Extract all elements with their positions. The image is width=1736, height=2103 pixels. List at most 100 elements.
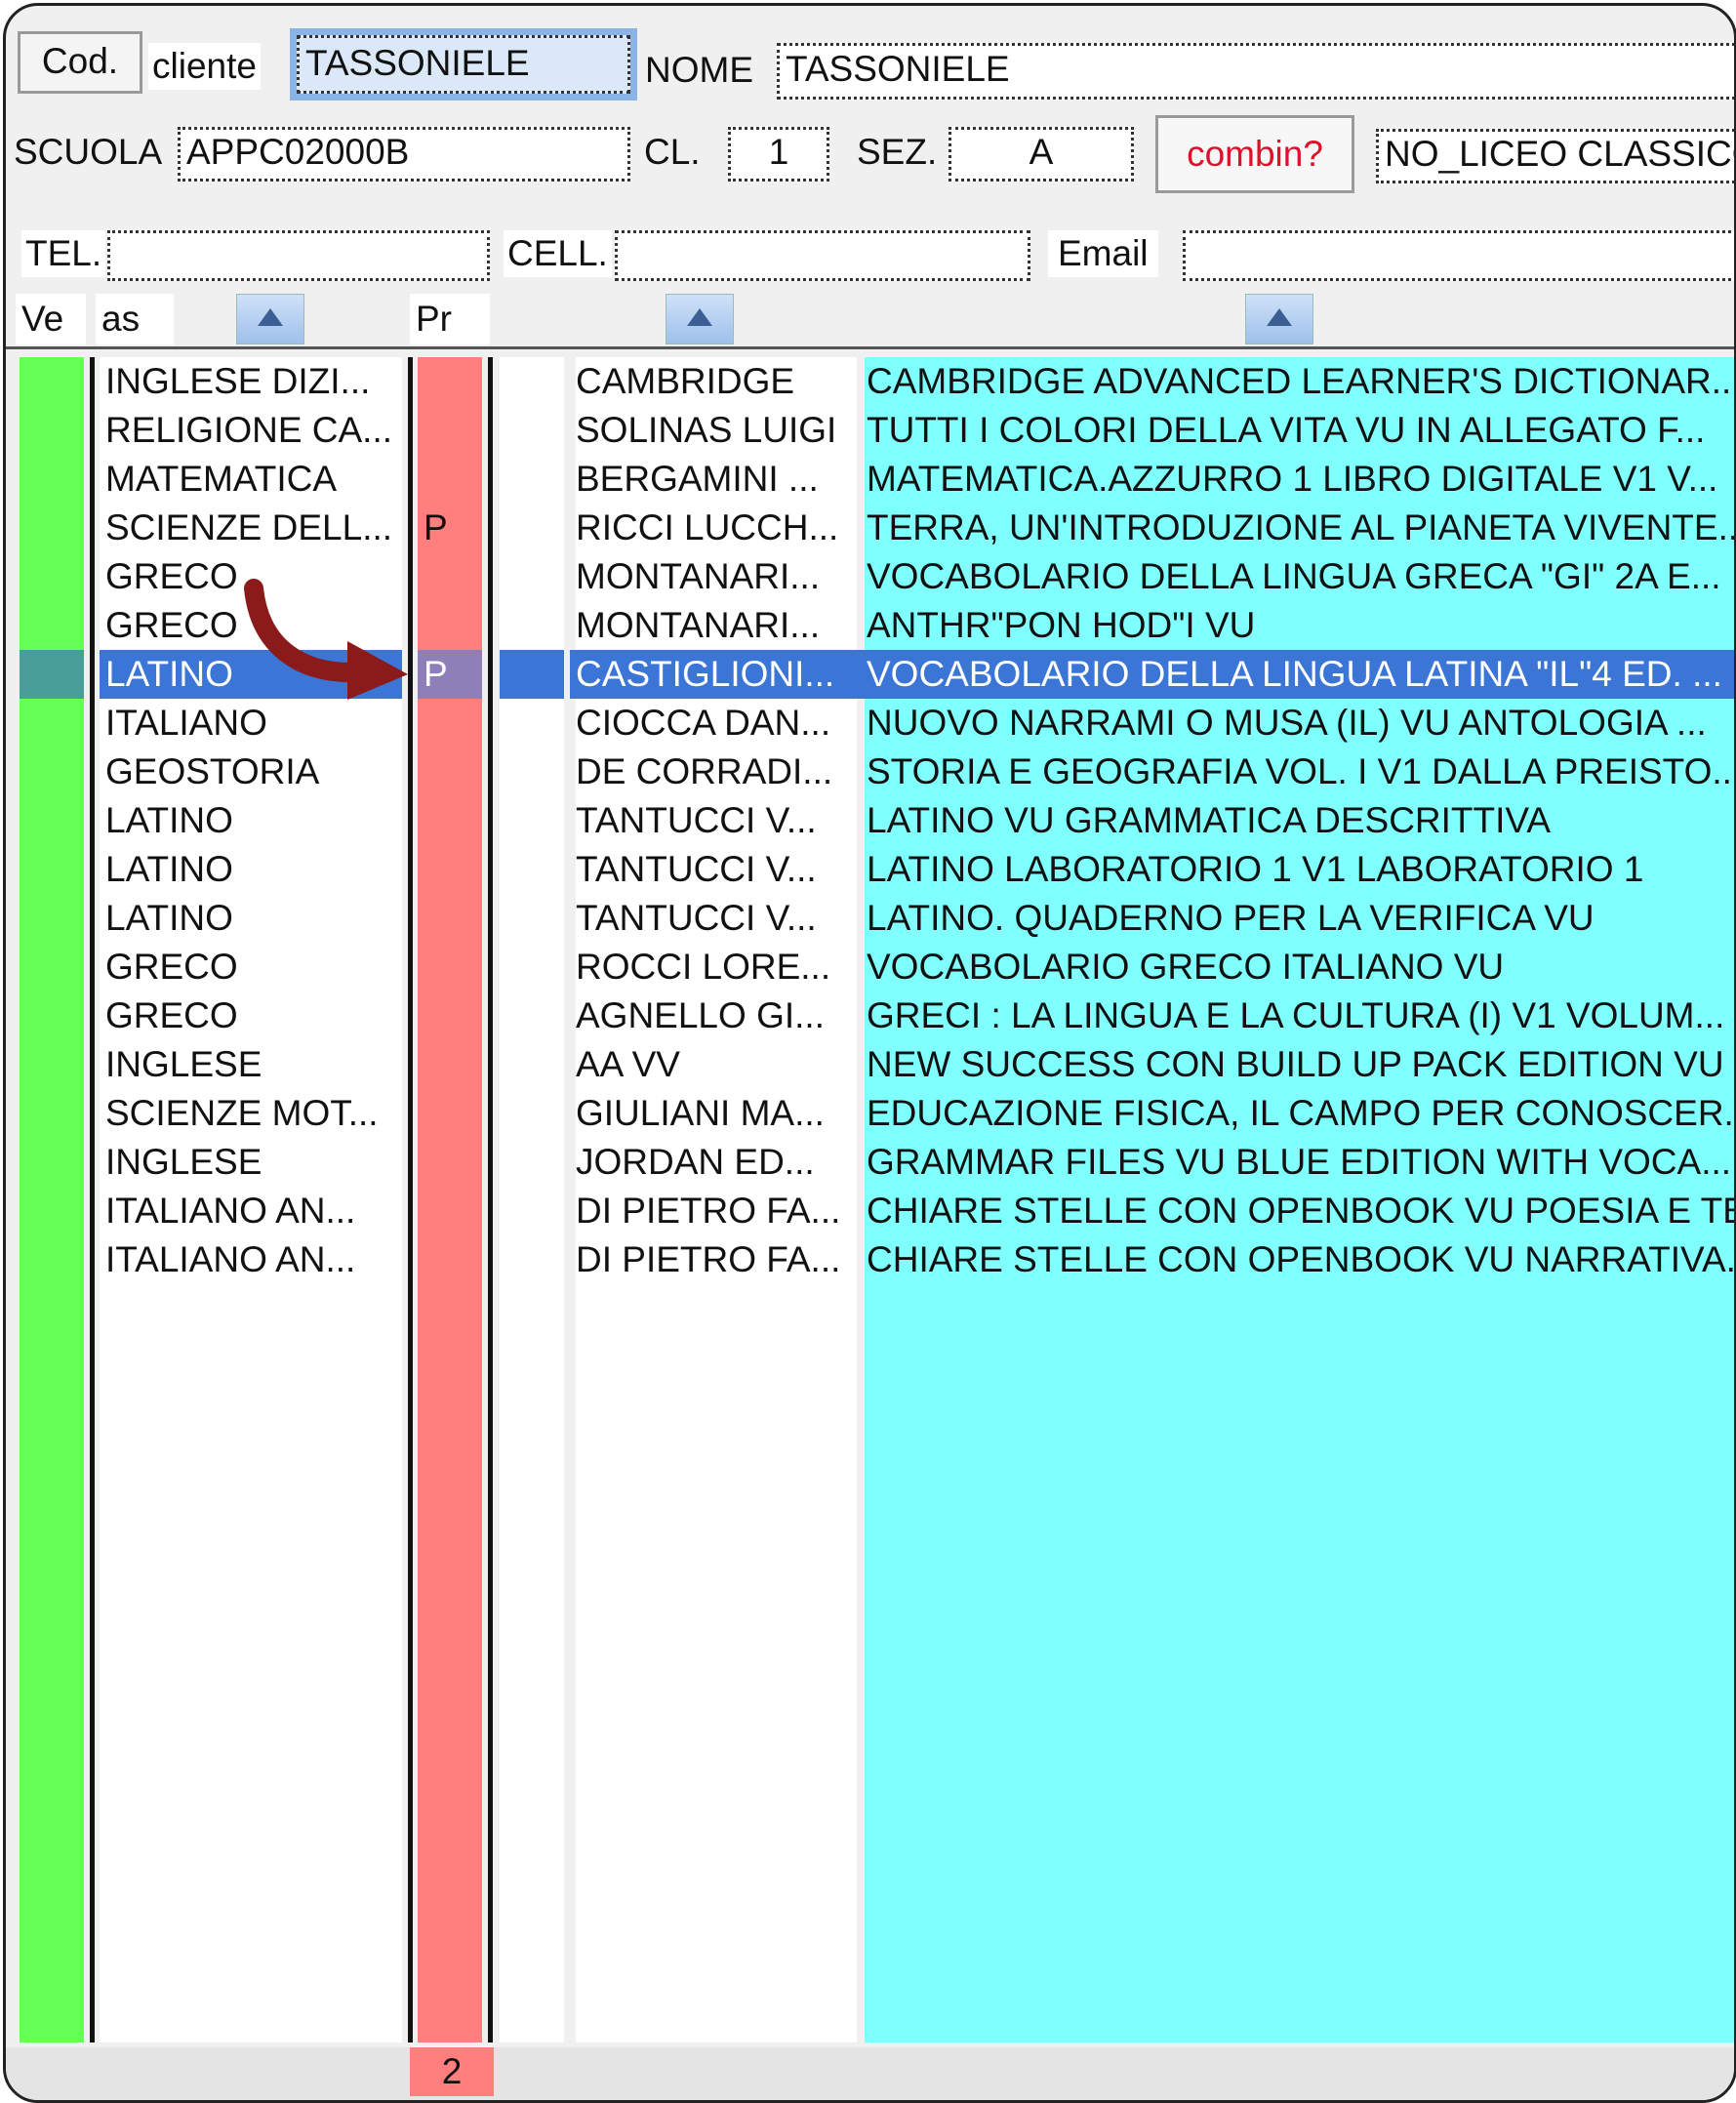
autore-cell[interactable]: DE CORRADI... (570, 748, 861, 796)
materia-cell[interactable]: SCIENZE DELL... (100, 504, 402, 552)
materia-cell[interactable]: ITALIANO (100, 699, 402, 748)
tipo-field[interactable]: NO_LICEO CLASSICO (1376, 129, 1734, 183)
autore-cell[interactable]: CIOCCA DAN... (570, 699, 861, 748)
titolo-cell[interactable]: LATINO LABORATORIO 1 V1 LABORATORIO 1 (861, 845, 1734, 894)
titolo-cell[interactable]: NEW SUCCESS CON BUILD UP PACK EDITION VU (861, 1040, 1734, 1089)
titolo-cell[interactable]: LATINO VU GRAMMATICA DESCRITTIVA (861, 796, 1734, 845)
pr-cell[interactable] (418, 455, 482, 504)
pr-cell[interactable] (418, 1235, 482, 1284)
pr-cell[interactable] (418, 1138, 482, 1187)
scuola-field[interactable]: APPC02000B (178, 127, 630, 182)
combin-button[interactable]: combin? (1155, 115, 1354, 193)
blank-cell[interactable] (500, 357, 564, 406)
autore-cell[interactable]: TANTUCCI V... (570, 894, 861, 943)
cliente-field[interactable]: TASSONIELE (297, 35, 630, 94)
tel-field[interactable] (107, 230, 490, 281)
materia-cell[interactable]: LATINO (100, 796, 402, 845)
materia-cell[interactable]: INGLESE (100, 1040, 402, 1089)
pr-cell[interactable] (418, 1089, 482, 1138)
materia-cell[interactable]: LATINO (100, 845, 402, 894)
nome-field[interactable]: TASSONIELE (777, 43, 1734, 100)
blank-cell[interactable] (500, 796, 564, 845)
autore-cell[interactable]: TANTUCCI V... (570, 796, 861, 845)
autore-cell[interactable]: TANTUCCI V... (570, 845, 861, 894)
autore-cell[interactable]: DI PIETRO FA... (570, 1187, 861, 1235)
titolo-cell[interactable]: LATINO. QUADERNO PER LA VERIFICA VU (861, 894, 1734, 943)
materia-cell[interactable]: ITALIANO AN... (100, 1235, 402, 1284)
pr-cell[interactable] (418, 943, 482, 991)
pr-cell[interactable] (418, 699, 482, 748)
sort-materia-button[interactable] (236, 294, 304, 344)
titolo-cell[interactable]: GRAMMAR FILES VU BLUE EDITION WITH VOCA.… (861, 1138, 1734, 1187)
autore-cell[interactable]: RICCI LUCCH... (570, 504, 861, 552)
materia-cell[interactable]: GEOSTORIA (100, 748, 402, 796)
titolo-cell[interactable]: TUTTI I COLORI DELLA VITA VU IN ALLEGATO… (861, 406, 1734, 455)
materia-cell[interactable]: ITALIANO AN... (100, 1187, 402, 1235)
titolo-cell[interactable]: CHIARE STELLE CON OPENBOOK VU NARRATIVA.… (861, 1235, 1734, 1284)
autore-cell[interactable]: GIULIANI MA... (570, 1089, 861, 1138)
pr-cell[interactable] (418, 796, 482, 845)
titolo-cell[interactable]: CHIARE STELLE CON OPENBOOK VU POESIA E T… (861, 1187, 1734, 1235)
autore-cell[interactable]: MONTANARI... (570, 601, 861, 650)
autore-cell[interactable]: DI PIETRO FA... (570, 1235, 861, 1284)
materia-cell[interactable]: GRECO (100, 991, 402, 1040)
blank-cell[interactable] (500, 406, 564, 455)
pr-cell[interactable] (418, 406, 482, 455)
titolo-cell[interactable]: NUOVO NARRAMI O MUSA (IL) VU ANTOLOGIA .… (861, 699, 1734, 748)
blank-cell[interactable] (500, 894, 564, 943)
autore-cell[interactable]: BERGAMINI ... (570, 455, 861, 504)
cell-field[interactable] (615, 230, 1030, 281)
blank-cell[interactable] (500, 991, 564, 1040)
pr-cell[interactable]: P (418, 504, 482, 552)
pr-cell[interactable] (418, 991, 482, 1040)
blank-cell[interactable] (500, 1138, 564, 1187)
blank-cell[interactable] (500, 1187, 564, 1235)
materia-cell[interactable]: INGLESE DIZI... (100, 357, 402, 406)
pr-cell[interactable] (418, 748, 482, 796)
materia-cell[interactable]: SCIENZE MOT... (100, 1089, 402, 1138)
materia-cell[interactable]: MATEMATICA (100, 455, 402, 504)
pr-cell[interactable] (418, 357, 482, 406)
cl-field[interactable]: 1 (728, 127, 829, 182)
blank-cell[interactable] (500, 1089, 564, 1138)
blank-cell[interactable] (500, 650, 564, 699)
autore-cell[interactable]: JORDAN ED... (570, 1138, 861, 1187)
pr-cell[interactable] (418, 552, 482, 601)
titolo-cell[interactable]: VOCABOLARIO GRECO ITALIANO VU (861, 943, 1734, 991)
column-header-as[interactable]: as (96, 294, 174, 344)
autore-cell[interactable]: MONTANARI... (570, 552, 861, 601)
autore-cell[interactable]: ROCCI LORE... (570, 943, 861, 991)
blank-cell[interactable] (500, 601, 564, 650)
autore-cell[interactable]: CAMBRIDGE (570, 357, 861, 406)
autore-cell[interactable]: CASTIGLIONI... (570, 650, 861, 699)
materia-cell[interactable]: GRECO (100, 943, 402, 991)
titolo-cell[interactable]: MATEMATICA.AZZURRO 1 LIBRO DIGITALE V1 V… (861, 455, 1734, 504)
autore-cell[interactable]: AA VV (570, 1040, 861, 1089)
pr-cell[interactable] (418, 1187, 482, 1235)
blank-cell[interactable] (500, 943, 564, 991)
titolo-cell[interactable]: ANTHR"PON HOD"I VU (861, 601, 1734, 650)
column-header-pr[interactable]: Pr (410, 294, 490, 344)
blank-cell[interactable] (500, 1235, 564, 1284)
pr-cell[interactable] (418, 894, 482, 943)
titolo-cell[interactable]: VOCABOLARIO DELLA LINGUA LATINA "IL"4 ED… (861, 650, 1734, 699)
blank-cell[interactable] (500, 552, 564, 601)
pr-cell[interactable]: P (418, 650, 482, 699)
autore-cell[interactable]: AGNELLO GI... (570, 991, 861, 1040)
blank-cell[interactable] (500, 504, 564, 552)
titolo-cell[interactable]: TERRA, UN'INTRODUZIONE AL PIANETA VIVENT… (861, 504, 1734, 552)
pr-cell[interactable] (418, 845, 482, 894)
sez-field[interactable]: A (949, 127, 1134, 182)
email-field[interactable] (1183, 230, 1734, 281)
titolo-cell[interactable]: GRECI : LA LINGUA E LA CULTURA (I) V1 VO… (861, 991, 1734, 1040)
materia-cell[interactable]: INGLESE (100, 1138, 402, 1187)
titolo-cell[interactable]: STORIA E GEOGRAFIA VOL. I V1 DALLA PREIS… (861, 748, 1734, 796)
cod-button[interactable]: Cod. (18, 31, 142, 94)
blank-cell[interactable] (500, 455, 564, 504)
pr-cell[interactable] (418, 1040, 482, 1089)
sort-autore-button[interactable] (666, 294, 734, 344)
column-header-ve[interactable]: Ve (16, 294, 86, 344)
titolo-cell[interactable]: EDUCAZIONE FISICA, IL CAMPO PER CONOSCER… (861, 1089, 1734, 1138)
autore-cell[interactable]: SOLINAS LUIGI (570, 406, 861, 455)
blank-cell[interactable] (500, 1040, 564, 1089)
